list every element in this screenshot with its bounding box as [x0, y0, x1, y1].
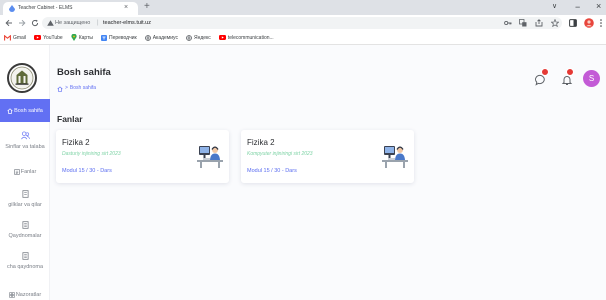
bookmark-telecommunication[interactable]: telecommunication...: [218, 34, 274, 41]
sidebar-item-label: Nazoratlar: [15, 292, 42, 298]
bookmarks-bar: Gmail YouTube Карты Переводчик Академиус…: [0, 31, 606, 45]
minimize-button[interactable]: −: [575, 2, 580, 12]
forward-arrow-icon[interactable]: [18, 19, 26, 27]
bookmark-label: Яндекс: [193, 34, 211, 41]
sidebar-item-fanlar[interactable]: Fanlar: [0, 169, 50, 175]
bookmark-label: Академиус: [152, 34, 178, 41]
translate-icon[interactable]: [519, 19, 527, 27]
sidebar-item-label: Fanlar: [20, 169, 37, 175]
tab-search-button[interactable]: ∨: [552, 2, 557, 12]
users-icon: [20, 131, 30, 140]
breadcrumb-separator: >: [65, 85, 68, 91]
bookmark-maps[interactable]: Карты: [71, 34, 93, 41]
page-title: Bosh sahifa: [57, 67, 111, 78]
sidebar-item-qaydnomalar[interactable]: Qaydnomalar: [0, 221, 50, 239]
document-icon: [21, 190, 29, 198]
url-text[interactable]: teacher-elms.tuit.uz: [103, 20, 151, 27]
bookmark-academius[interactable]: Академиус: [144, 34, 178, 41]
youtube-icon: [34, 35, 42, 40]
bookmark-youtube[interactable]: YouTube: [34, 35, 63, 41]
sidebar-item-label: Sinflar va talaba: [5, 144, 45, 150]
sidebar-item-label: Qaydnomalar: [8, 233, 42, 239]
card-subtitle: Kompyuter injiniringi sirt 2023: [247, 151, 313, 157]
new-tab-button[interactable]: +: [144, 1, 150, 13]
bookmark-label: YouTube: [43, 34, 63, 41]
sidebar-item-label: cha qaydnoma: [6, 264, 44, 270]
book-icon: [13, 169, 20, 175]
omnibox-separator: |: [97, 20, 99, 26]
star-icon[interactable]: [551, 19, 559, 27]
card-progress: Modul 15 / 30 - Dars: [62, 168, 112, 174]
avatar[interactable]: S: [583, 70, 600, 87]
card-subtitle: Dasturiy injiniring sirt 2023: [62, 151, 121, 157]
home-icon: [7, 107, 13, 114]
bookmark-label: Gmail: [13, 34, 27, 41]
menu-icon[interactable]: [599, 19, 603, 27]
back-arrow-icon[interactable]: [5, 19, 13, 27]
app-favicon-icon: [9, 5, 15, 12]
profile-icon[interactable]: [584, 18, 594, 28]
close-window-button[interactable]: ×: [596, 1, 601, 11]
breadcrumb: > Bosh sahifa: [57, 85, 96, 92]
tab-title: Teacher Cabinet - ELMS: [18, 5, 73, 11]
sidebar-item-document[interactable]: gilklar va qilar: [0, 190, 50, 208]
sidebar-item-label: gilklar va qilar: [8, 202, 42, 208]
bookmark-yandex[interactable]: Яндекс: [186, 35, 211, 41]
sidebar-item-label: Bosh sahifa: [14, 107, 43, 114]
tab-close-button[interactable]: ×: [124, 4, 128, 12]
bookmark-translate[interactable]: Переводчик: [100, 34, 137, 41]
sidebar-icon[interactable]: [569, 19, 577, 27]
student-at-computer-icon: [197, 146, 223, 168]
gmail-icon: [4, 34, 11, 40]
subject-card[interactable]: Fizika 2 Kompyuter injiniringi sirt 2023…: [241, 130, 414, 183]
globe-icon: [186, 34, 192, 41]
card-title: Fizika 2: [247, 138, 275, 147]
chat-notification-badge: [541, 68, 549, 76]
list-icon: [21, 252, 29, 260]
sidebar-item-nazoratlar[interactable]: Nazoratlar: [0, 292, 50, 298]
security-status[interactable]: Не защищено: [55, 20, 90, 27]
browser-window: Teacher Cabinet - ELMS × + ∨ − × Не защи…: [0, 0, 606, 300]
bookmark-label: Переводчик: [108, 34, 137, 41]
sidebar-item-sinflar[interactable]: Sinflar va talaba: [0, 131, 50, 150]
home-icon[interactable]: [57, 85, 63, 92]
card-progress: Modul 15 / 30 - Dars: [247, 168, 297, 174]
translate-icon: [100, 34, 107, 41]
bookmark-label: Карты: [78, 34, 93, 41]
subject-card[interactable]: Fizika 2 Dasturiy injiniring sirt 2023 M…: [56, 130, 229, 183]
list-icon: [21, 221, 29, 229]
warning-triangle-icon[interactable]: [47, 20, 54, 26]
maps-pin-icon: [71, 34, 77, 41]
browser-tab[interactable]: Teacher Cabinet - ELMS ×: [3, 2, 138, 15]
section-title: Fanlar: [57, 114, 83, 124]
youtube-icon: [218, 35, 226, 40]
bookmark-gmail[interactable]: Gmail: [4, 34, 27, 41]
bell-notification-badge: [566, 68, 574, 76]
key-icon[interactable]: [504, 19, 512, 27]
globe-icon: [144, 34, 151, 41]
student-at-computer-icon: [382, 146, 408, 168]
breadcrumb-current: Bosh sahifa: [69, 85, 97, 91]
university-emblem-icon[interactable]: [7, 63, 37, 93]
grid-icon: [9, 292, 15, 298]
bookmark-label: telecommunication...: [227, 34, 274, 41]
sidebar-item-qaydnoma[interactable]: cha qaydnoma: [0, 252, 50, 270]
sidebar-item-bosh-sahifa[interactable]: Bosh sahifa: [0, 99, 50, 122]
reload-icon[interactable]: [31, 19, 39, 27]
card-title: Fizika 2: [62, 138, 90, 147]
share-icon[interactable]: [535, 19, 543, 27]
